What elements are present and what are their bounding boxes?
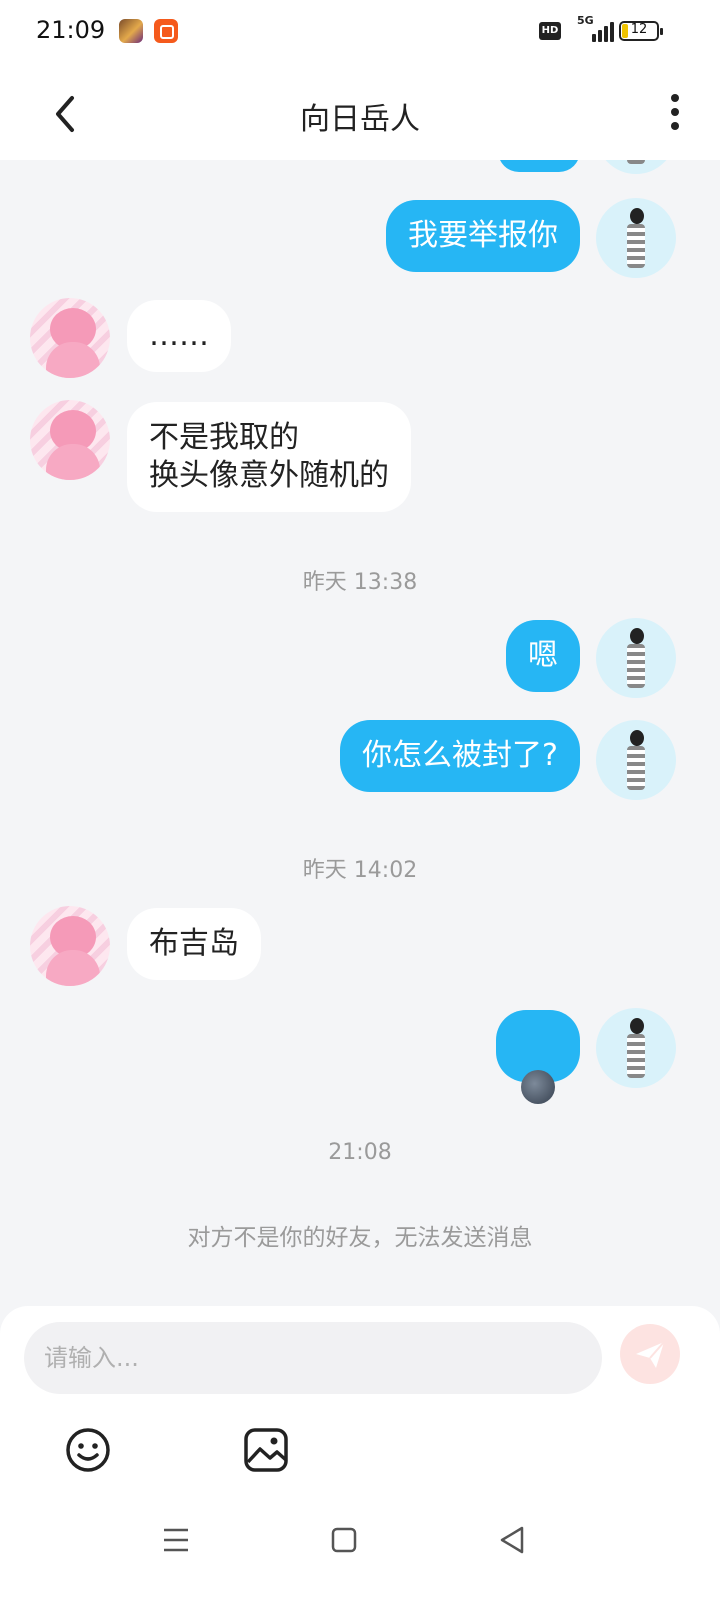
message-bubble-outgoing[interactable] bbox=[496, 1010, 580, 1104]
chat-header: 向日岳人 bbox=[0, 64, 720, 160]
chat-messages[interactable]: 我要举报你 …… 不是我取的 换头像意外随机的 昨天 13:38 嗯 你怎么被封… bbox=[0, 160, 720, 1310]
image-button[interactable] bbox=[242, 1426, 290, 1474]
avatar[interactable] bbox=[30, 906, 110, 986]
battery-level: 12 bbox=[630, 22, 648, 37]
message-input[interactable] bbox=[24, 1322, 602, 1394]
avatar[interactable] bbox=[30, 298, 110, 378]
send-button[interactable] bbox=[620, 1324, 680, 1384]
message-bubble-outgoing[interactable]: 你怎么被封了? bbox=[340, 720, 580, 792]
timestamp: 21:08 bbox=[328, 1140, 392, 1165]
new-moon-face-emoji bbox=[521, 1069, 555, 1104]
timestamp: 昨天 13:38 bbox=[302, 570, 418, 595]
game-app-icon bbox=[119, 19, 143, 43]
status-bar: 21:09 HD 5G 12 bbox=[0, 0, 720, 64]
avatar[interactable] bbox=[596, 160, 676, 174]
system-notice: 对方不是你的好友，无法发送消息 bbox=[187, 1225, 533, 1251]
send-icon bbox=[636, 1341, 665, 1368]
system-nav-bar bbox=[0, 1490, 720, 1600]
more-vertical-icon bbox=[671, 94, 679, 102]
message-bubble-partial bbox=[498, 160, 580, 172]
network-type: 5G bbox=[577, 14, 594, 27]
message-bubble-outgoing[interactable]: 嗯 bbox=[506, 620, 580, 692]
back-nav-button[interactable] bbox=[492, 1520, 532, 1560]
page-title: 向日岳人 bbox=[300, 102, 420, 137]
emoji-button[interactable] bbox=[64, 1426, 112, 1474]
avatar[interactable] bbox=[596, 198, 676, 278]
home-nav-button[interactable] bbox=[324, 1520, 364, 1560]
triangle-back-icon bbox=[500, 1526, 524, 1554]
video-app-icon bbox=[154, 19, 178, 43]
avatar[interactable] bbox=[596, 618, 676, 698]
timestamp: 昨天 14:02 bbox=[302, 858, 418, 883]
more-button[interactable] bbox=[660, 88, 690, 136]
menu-nav-button[interactable] bbox=[156, 1520, 196, 1560]
avatar[interactable] bbox=[596, 1008, 676, 1088]
menu-icon bbox=[164, 1528, 188, 1552]
avatar[interactable] bbox=[596, 720, 676, 800]
image-icon bbox=[244, 1428, 288, 1472]
message-bubble-outgoing[interactable]: 我要举报你 bbox=[386, 200, 580, 272]
message-bubble-incoming[interactable]: 布吉岛 bbox=[127, 908, 261, 980]
square-icon bbox=[331, 1527, 357, 1553]
message-bubble-incoming[interactable]: …… bbox=[127, 300, 231, 372]
status-time: 21:09 bbox=[36, 16, 106, 44]
hd-indicator: HD bbox=[539, 22, 561, 40]
avatar[interactable] bbox=[30, 400, 110, 480]
smiley-icon bbox=[66, 1428, 110, 1472]
message-bubble-incoming[interactable]: 不是我取的 换头像意外随机的 bbox=[127, 402, 411, 512]
battery-icon: 12 bbox=[619, 21, 663, 41]
